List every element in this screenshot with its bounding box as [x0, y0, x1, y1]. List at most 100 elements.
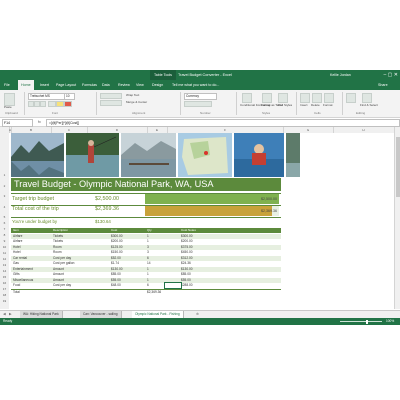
- number-format-select[interactable]: Currency: [184, 93, 217, 100]
- conditional-formatting-icon[interactable]: [242, 93, 252, 103]
- tab-data[interactable]: Data: [102, 80, 110, 90]
- tab-review[interactable]: Review: [118, 80, 130, 90]
- formula-input[interactable]: =[@[Per]]*[@[Cost]]: [46, 119, 400, 127]
- row-number[interactable]: 8: [0, 233, 9, 237]
- underline-icon[interactable]: [40, 101, 46, 107]
- row-number[interactable]: 1: [0, 173, 9, 177]
- number-format-buttons[interactable]: [184, 101, 212, 107]
- row-number[interactable]: 6: [0, 221, 9, 225]
- row-number[interactable]: 3: [0, 194, 9, 198]
- row-number[interactable]: 18: [0, 293, 9, 297]
- divider: [342, 92, 343, 115]
- sheet-tab[interactable]: Can: Vancouver - sailing: [80, 311, 122, 318]
- zoom-slider[interactable]: [340, 321, 382, 322]
- align-left-icon[interactable]: [100, 100, 122, 106]
- insert-cells-icon[interactable]: [300, 93, 310, 103]
- divider: [96, 92, 97, 115]
- target-bar-value: $2,500.00: [261, 197, 277, 201]
- status-bar: Ready 100%: [0, 318, 400, 325]
- add-sheet-icon[interactable]: ⊕: [196, 312, 199, 316]
- row-number[interactable]: 19: [0, 299, 9, 303]
- row-number[interactable]: 4: [0, 205, 9, 209]
- row-number[interactable]: 16: [0, 281, 9, 285]
- find-select-label: Find & Select: [360, 103, 378, 107]
- row-number[interactable]: 10: [0, 245, 9, 249]
- tab-page-layout[interactable]: Page Layout: [56, 80, 76, 90]
- cell-styles-icon[interactable]: [278, 93, 288, 103]
- table-header[interactable]: Item: [13, 228, 19, 233]
- paste-label: Paste: [4, 105, 12, 109]
- zoom-level[interactable]: 100%: [386, 318, 394, 325]
- merge-center-button[interactable]: Merge & Center: [126, 100, 147, 104]
- row-number[interactable]: 11: [0, 251, 9, 255]
- scrollbar-thumb[interactable]: [396, 137, 400, 197]
- row-number[interactable]: 17: [0, 287, 9, 291]
- contextual-tab-group: Table Tools: [150, 70, 176, 80]
- row-number[interactable]: 9: [0, 239, 9, 243]
- divider: [24, 92, 25, 115]
- group-label-number: Number: [200, 111, 211, 115]
- target-value: $2,500.00: [95, 196, 119, 202]
- share-button[interactable]: Share: [378, 80, 388, 90]
- insert-function-icon[interactable]: fx: [38, 119, 41, 125]
- pier-mountains-photo: [121, 133, 176, 177]
- under-budget-label: You're under budget by: [12, 219, 58, 224]
- row-number[interactable]: 14: [0, 269, 9, 273]
- align-top-icon[interactable]: [100, 93, 122, 99]
- sheet-tab[interactable]: WA: Hiking National Park: [20, 311, 63, 318]
- divider: [11, 216, 281, 218]
- name-box[interactable]: F14: [2, 119, 33, 127]
- fishing-river-photo: [66, 133, 119, 177]
- sheet-next-icon[interactable]: ▶: [9, 312, 12, 316]
- find-select-icon[interactable]: [362, 93, 372, 103]
- sheet-prev-icon[interactable]: ◀: [3, 312, 6, 316]
- format-as-table-icon[interactable]: [262, 93, 272, 103]
- sheet-title: Travel Budget - Olympic National Park, W…: [14, 179, 214, 189]
- table-header[interactable]: Qty: [147, 228, 152, 233]
- group-label-clipboard: Clipboard: [5, 111, 18, 115]
- table-header[interactable]: Cost Notes: [181, 228, 196, 233]
- row-number[interactable]: 12: [0, 257, 9, 261]
- selected-cell[interactable]: [164, 282, 182, 289]
- tab-home[interactable]: Home: [18, 80, 34, 90]
- tell-me-box[interactable]: Tell me what you want to do...: [172, 80, 219, 90]
- row-number[interactable]: 15: [0, 275, 9, 279]
- total-bar: $2,369.36: [145, 206, 279, 216]
- zoom-slider-knob[interactable]: [366, 319, 368, 324]
- tab-file[interactable]: File: [4, 80, 10, 90]
- divider: [296, 92, 297, 115]
- title-bar: Table Tools Travel Budget Converter - Ex…: [0, 70, 400, 85]
- font-color-icon[interactable]: [64, 101, 72, 107]
- font-name-select[interactable]: Trebuchet MS: [28, 93, 65, 100]
- row-number[interactable]: 13: [0, 263, 9, 267]
- tab-view[interactable]: View: [136, 80, 144, 90]
- row-number[interactable]: 2: [0, 184, 9, 188]
- row-number[interactable]: 5: [0, 215, 9, 219]
- format-cells-icon[interactable]: [324, 93, 334, 103]
- window-controls[interactable]: – ▢ ✕: [384, 70, 398, 80]
- table-total-row[interactable]: Total $2,369.36: [11, 288, 281, 296]
- table-header[interactable]: Description: [53, 228, 68, 233]
- delete-cells-icon[interactable]: [312, 93, 322, 103]
- fill-color-icon[interactable]: [56, 101, 64, 107]
- wrap-text-button[interactable]: Wrap Text: [126, 93, 139, 97]
- user-name[interactable]: Kellie Jordan: [330, 70, 351, 80]
- total-bar-fill: [145, 206, 273, 216]
- washington-map-image: [178, 133, 232, 177]
- font-size-select[interactable]: 10: [64, 93, 75, 100]
- row-number[interactable]: 7: [0, 227, 9, 231]
- total-label: Total cost of the trip: [12, 206, 59, 212]
- worksheet-grid[interactable]: Travel Budget - Olympic National Park, W…: [9, 133, 400, 309]
- vertical-scrollbar[interactable]: [394, 133, 400, 309]
- total-value: $2,369.36: [147, 289, 162, 294]
- table-header-row: Item Description Cost Qty Cost Notes: [11, 228, 281, 233]
- borders-icon[interactable]: [48, 101, 56, 107]
- tab-formulas[interactable]: Formulas: [82, 80, 97, 90]
- table-header[interactable]: Cost: [111, 228, 117, 233]
- group-label-styles: Styles: [262, 111, 271, 115]
- autosum-icon[interactable]: [346, 93, 356, 103]
- tab-insert[interactable]: Insert: [40, 80, 49, 90]
- insert-label: Insert: [300, 103, 308, 107]
- forest-photo: [286, 133, 300, 177]
- tab-design[interactable]: Design: [152, 80, 163, 90]
